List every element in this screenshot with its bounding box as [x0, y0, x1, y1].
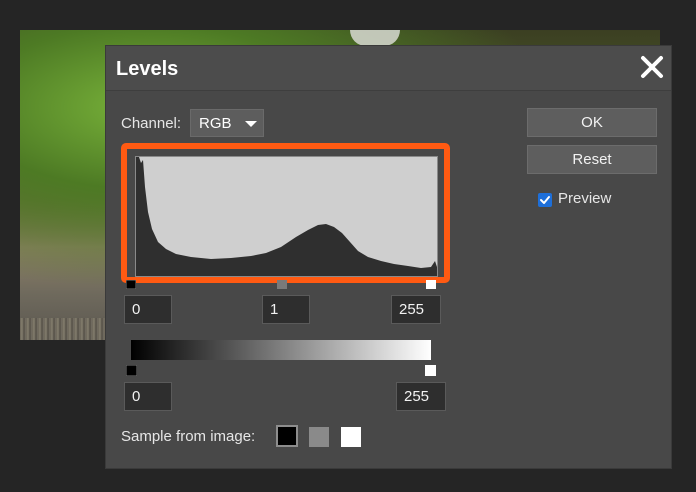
workspace: Levels Channel: RGB 0 1 255 0 255 OK Res…: [0, 0, 696, 492]
input-highlight-handle[interactable]: [426, 276, 436, 289]
histogram-fill: [136, 157, 437, 276]
reset-button[interactable]: Reset: [527, 145, 657, 174]
channel-value: RGB: [199, 115, 232, 132]
input-shadow-field[interactable]: 0: [124, 295, 172, 324]
output-highlight-handle[interactable]: [425, 363, 436, 376]
close-icon[interactable]: [639, 54, 665, 80]
gray-point-swatch[interactable]: [309, 427, 329, 447]
output-shadow-handle[interactable]: [125, 363, 138, 377]
histogram-highlight-box: [121, 143, 450, 283]
output-shadow-field[interactable]: 0: [124, 382, 172, 411]
white-point-swatch[interactable]: [341, 427, 361, 447]
channel-label: Channel:: [121, 115, 182, 132]
input-shadow-handle[interactable]: [125, 276, 137, 290]
preview-label[interactable]: Preview: [558, 190, 611, 207]
channel-select[interactable]: RGB: [190, 109, 264, 137]
input-highlight-field[interactable]: 255: [391, 295, 441, 324]
input-midtone-handle[interactable]: [277, 276, 287, 289]
dialog-title: Levels: [116, 58, 179, 80]
photo-highlight: [350, 30, 400, 46]
histogram: [135, 156, 438, 277]
preview-checkbox[interactable]: [538, 193, 552, 207]
chevron-down-icon: [245, 121, 257, 127]
output-gradient-bar: [131, 340, 431, 360]
levels-dialog: Levels Channel: RGB 0 1 255 0 255 OK Res…: [105, 45, 672, 469]
input-midtone-field[interactable]: 1: [262, 295, 310, 324]
dialog-titlebar[interactable]: Levels: [106, 46, 671, 91]
black-point-swatch[interactable]: [276, 425, 298, 447]
checkmark-icon: [540, 196, 550, 204]
ok-button[interactable]: OK: [527, 108, 657, 137]
sample-label: Sample from image:: [121, 428, 256, 445]
output-highlight-field[interactable]: 255: [396, 382, 446, 411]
